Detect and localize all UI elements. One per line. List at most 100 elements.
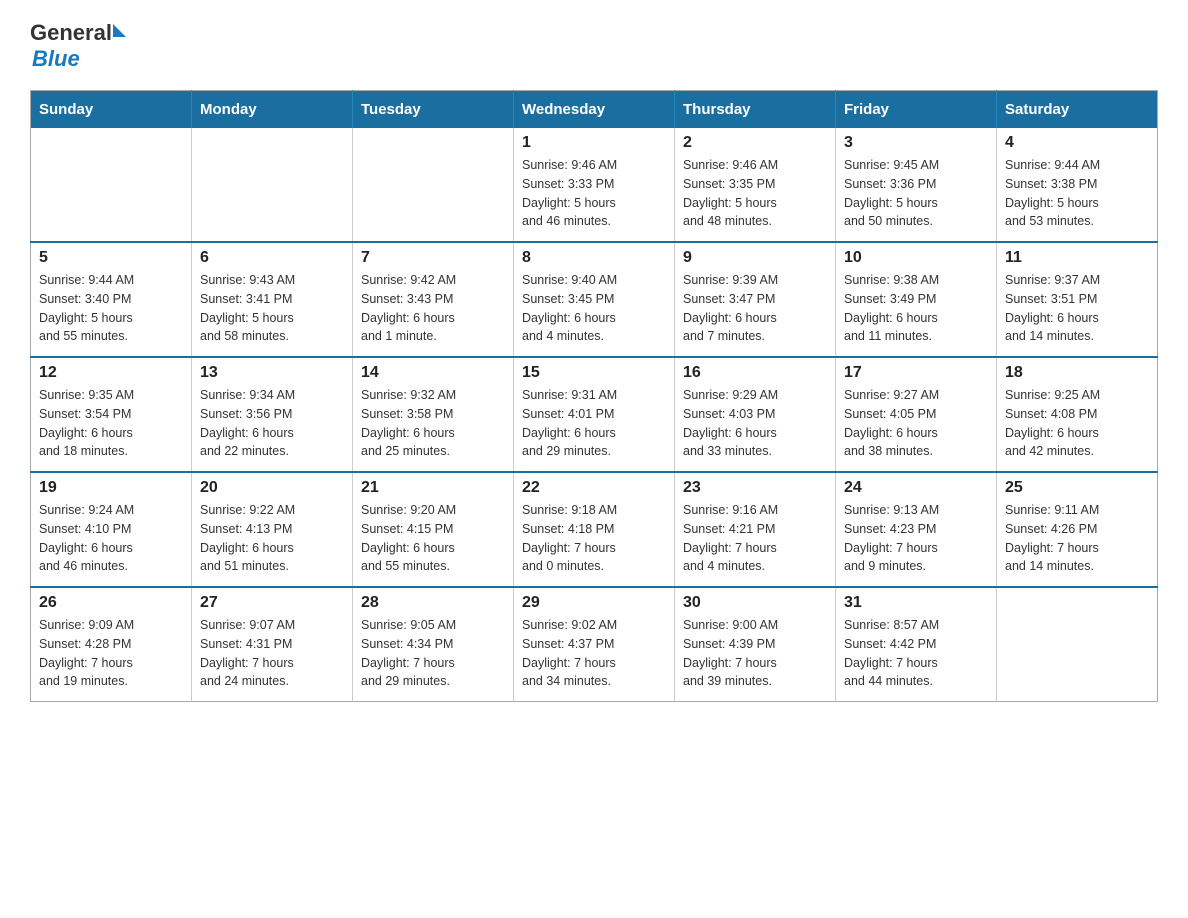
- calendar-body: 1 Sunrise: 9:46 AM Sunset: 3:33 PM Daylig…: [31, 128, 1158, 702]
- day-number: 10: [844, 249, 988, 267]
- logo: General Blue: [30, 20, 126, 72]
- day-number: 23: [683, 479, 827, 497]
- calendar-cell: 13Sunrise: 9:34 AM Sunset: 3:56 PM Dayli…: [192, 357, 353, 472]
- day-info: Sunrise: 9:32 AM Sunset: 3:58 PM Dayligh…: [361, 386, 505, 461]
- header-tuesday: Tuesday: [353, 91, 514, 129]
- calendar-cell: 7Sunrise: 9:42 AM Sunset: 3:43 PM Daylig…: [353, 242, 514, 357]
- calendar-cell: [31, 128, 192, 242]
- day-number: 21: [361, 479, 505, 497]
- day-number: 30: [683, 594, 827, 612]
- calendar-week-row: 12 Sunrise: 9:35 AM Sunset: 3:54 PM Dayli…: [31, 357, 1158, 472]
- header-wednesday: Wednesday: [514, 91, 675, 129]
- calendar-cell: 18 Sunrise: 9:25 AM Sunset: 4:08 PM Dayli…: [997, 357, 1158, 472]
- calendar-cell: 28Sunrise: 9:05 AM Sunset: 4:34 PM Dayli…: [353, 587, 514, 702]
- calendar-cell: 27 Sunrise: 9:07 AM Sunset: 4:31 PM Dayli…: [192, 587, 353, 702]
- day-info: Sunrise: 9:27 AM Sunset: 4:05 PM Dayligh…: [844, 386, 988, 461]
- day-number: 7: [361, 249, 505, 267]
- calendar-cell: 2 Sunrise: 9:46 AM Sunset: 3:35 PM Daylig…: [675, 128, 836, 242]
- calendar-cell: 12 Sunrise: 9:35 AM Sunset: 3:54 PM Dayli…: [31, 357, 192, 472]
- day-info: Sunrise: 9:31 AM Sunset: 4:01 PM Dayligh…: [522, 386, 666, 461]
- calendar-cell: 10 Sunrise: 9:38 AM Sunset: 3:49 PM Dayli…: [836, 242, 997, 357]
- header-saturday: Saturday: [997, 91, 1158, 129]
- header-monday: Monday: [192, 91, 353, 129]
- day-number: 17: [844, 364, 988, 382]
- day-info: Sunrise: 8:57 AM Sunset: 4:42 PM Dayligh…: [844, 616, 988, 691]
- logo-text-general: General: [30, 20, 112, 46]
- calendar-week-row: 5 Sunrise: 9:44 AM Sunset: 3:40 PM Daylig…: [31, 242, 1158, 357]
- day-info: Sunrise: 9:35 AM Sunset: 3:54 PM Dayligh…: [39, 386, 183, 461]
- day-number: 9: [683, 249, 827, 267]
- day-number: 27: [200, 594, 344, 612]
- day-info: Sunrise: 9:45 AM Sunset: 3:36 PM Dayligh…: [844, 156, 988, 231]
- day-info: Sunrise: 9:11 AM Sunset: 4:26 PM Dayligh…: [1005, 501, 1149, 576]
- day-info: Sunrise: 9:20 AM Sunset: 4:15 PM Dayligh…: [361, 501, 505, 576]
- page-header: General Blue: [30, 20, 1158, 72]
- day-info: Sunrise: 9:40 AM Sunset: 3:45 PM Dayligh…: [522, 271, 666, 346]
- day-number: 11: [1005, 249, 1149, 267]
- day-info: Sunrise: 9:44 AM Sunset: 3:38 PM Dayligh…: [1005, 156, 1149, 231]
- calendar-cell: [997, 587, 1158, 702]
- calendar-header: Sunday Monday Tuesday Wednesday Thursday…: [31, 91, 1158, 129]
- calendar-cell: 21 Sunrise: 9:20 AM Sunset: 4:15 PM Dayli…: [353, 472, 514, 587]
- calendar-cell: 30 Sunrise: 9:00 AM Sunset: 4:39 PM Dayli…: [675, 587, 836, 702]
- day-number: 6: [200, 249, 344, 267]
- calendar-week-row: 19Sunrise: 9:24 AM Sunset: 4:10 PM Dayli…: [31, 472, 1158, 587]
- calendar-cell: 3 Sunrise: 9:45 AM Sunset: 3:36 PM Daylig…: [836, 128, 997, 242]
- day-number: 15: [522, 364, 666, 382]
- day-info: Sunrise: 9:13 AM Sunset: 4:23 PM Dayligh…: [844, 501, 988, 576]
- day-info: Sunrise: 9:46 AM Sunset: 3:35 PM Dayligh…: [683, 156, 827, 231]
- day-info: Sunrise: 9:02 AM Sunset: 4:37 PM Dayligh…: [522, 616, 666, 691]
- day-info: Sunrise: 9:44 AM Sunset: 3:40 PM Dayligh…: [39, 271, 183, 346]
- day-info: Sunrise: 9:43 AM Sunset: 3:41 PM Dayligh…: [200, 271, 344, 346]
- calendar-cell: 4 Sunrise: 9:44 AM Sunset: 3:38 PM Daylig…: [997, 128, 1158, 242]
- day-number: 29: [522, 594, 666, 612]
- calendar-table: Sunday Monday Tuesday Wednesday Thursday…: [30, 90, 1158, 702]
- calendar-cell: 9Sunrise: 9:39 AM Sunset: 3:47 PM Daylig…: [675, 242, 836, 357]
- day-info: Sunrise: 9:16 AM Sunset: 4:21 PM Dayligh…: [683, 501, 827, 576]
- day-number: 2: [683, 134, 827, 152]
- calendar-cell: 15 Sunrise: 9:31 AM Sunset: 4:01 PM Dayli…: [514, 357, 675, 472]
- day-number: 12: [39, 364, 183, 382]
- day-number: 1: [522, 134, 666, 152]
- day-info: Sunrise: 9:37 AM Sunset: 3:51 PM Dayligh…: [1005, 271, 1149, 346]
- calendar-cell: 24Sunrise: 9:13 AM Sunset: 4:23 PM Dayli…: [836, 472, 997, 587]
- day-number: 13: [200, 364, 344, 382]
- day-info: Sunrise: 9:25 AM Sunset: 4:08 PM Dayligh…: [1005, 386, 1149, 461]
- day-headers-row: Sunday Monday Tuesday Wednesday Thursday…: [31, 91, 1158, 129]
- day-number: 3: [844, 134, 988, 152]
- logo-text-blue: Blue: [32, 46, 80, 72]
- day-number: 25: [1005, 479, 1149, 497]
- calendar-cell: 17 Sunrise: 9:27 AM Sunset: 4:05 PM Dayli…: [836, 357, 997, 472]
- header-friday: Friday: [836, 91, 997, 129]
- day-number: 4: [1005, 134, 1149, 152]
- day-number: 5: [39, 249, 183, 267]
- logo-triangle-icon: [113, 24, 126, 37]
- calendar-cell: [192, 128, 353, 242]
- day-number: 8: [522, 249, 666, 267]
- header-sunday: Sunday: [31, 91, 192, 129]
- calendar-cell: 19Sunrise: 9:24 AM Sunset: 4:10 PM Dayli…: [31, 472, 192, 587]
- calendar-cell: 11 Sunrise: 9:37 AM Sunset: 3:51 PM Dayli…: [997, 242, 1158, 357]
- day-info: Sunrise: 9:38 AM Sunset: 3:49 PM Dayligh…: [844, 271, 988, 346]
- day-number: 18: [1005, 364, 1149, 382]
- calendar-cell: 14 Sunrise: 9:32 AM Sunset: 3:58 PM Dayli…: [353, 357, 514, 472]
- calendar-cell: 6 Sunrise: 9:43 AM Sunset: 3:41 PM Daylig…: [192, 242, 353, 357]
- calendar-cell: 20 Sunrise: 9:22 AM Sunset: 4:13 PM Dayli…: [192, 472, 353, 587]
- day-info: Sunrise: 9:07 AM Sunset: 4:31 PM Dayligh…: [200, 616, 344, 691]
- day-number: 16: [683, 364, 827, 382]
- day-number: 26: [39, 594, 183, 612]
- calendar-cell: 26Sunrise: 9:09 AM Sunset: 4:28 PM Dayli…: [31, 587, 192, 702]
- day-info: Sunrise: 9:46 AM Sunset: 3:33 PM Dayligh…: [522, 156, 666, 231]
- day-info: Sunrise: 9:00 AM Sunset: 4:39 PM Dayligh…: [683, 616, 827, 691]
- day-number: 14: [361, 364, 505, 382]
- day-info: Sunrise: 9:22 AM Sunset: 4:13 PM Dayligh…: [200, 501, 344, 576]
- day-number: 31: [844, 594, 988, 612]
- calendar-cell: 22Sunrise: 9:18 AM Sunset: 4:18 PM Dayli…: [514, 472, 675, 587]
- day-number: 20: [200, 479, 344, 497]
- calendar-cell: 5 Sunrise: 9:44 AM Sunset: 3:40 PM Daylig…: [31, 242, 192, 357]
- calendar-cell: 1 Sunrise: 9:46 AM Sunset: 3:33 PM Daylig…: [514, 128, 675, 242]
- calendar-cell: [353, 128, 514, 242]
- header-thursday: Thursday: [675, 91, 836, 129]
- calendar-cell: 29 Sunrise: 9:02 AM Sunset: 4:37 PM Dayli…: [514, 587, 675, 702]
- day-info: Sunrise: 9:18 AM Sunset: 4:18 PM Dayligh…: [522, 501, 666, 576]
